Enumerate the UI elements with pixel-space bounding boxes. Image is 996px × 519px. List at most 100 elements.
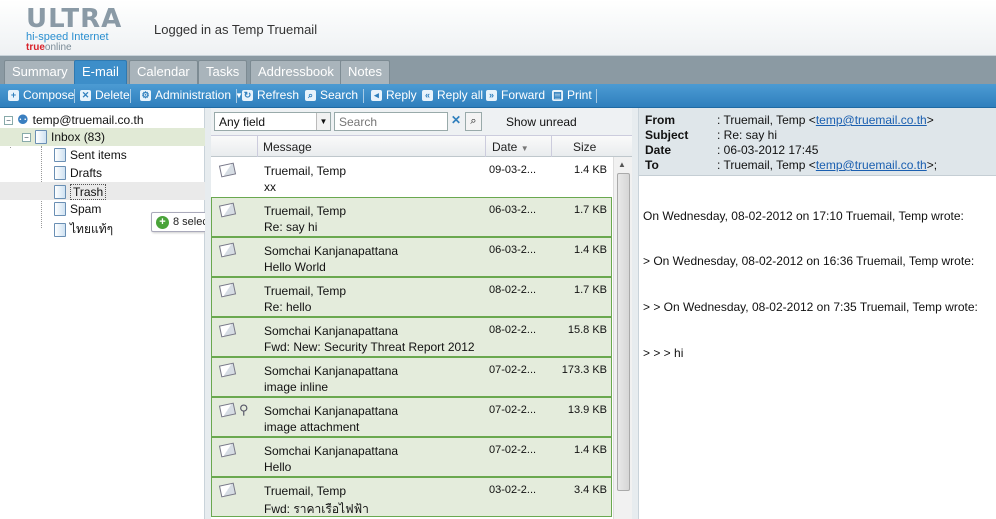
compose-button[interactable]: + Compose xyxy=(8,88,74,102)
print-icon: ▤ xyxy=(552,89,563,101)
message-from: Somchai Kanjanapattana xyxy=(264,444,399,458)
folder-trash[interactable]: Trash xyxy=(54,184,107,200)
reply-button[interactable]: ◂ Reply xyxy=(371,88,417,102)
tab-email[interactable]: E-mail xyxy=(74,60,127,84)
account-icon: ⚉ xyxy=(17,112,29,127)
search-field-select[interactable]: Any field ▼ xyxy=(214,112,331,131)
message-row[interactable]: Somchai Kanjanapattana Hello World 06-03-2… xyxy=(211,237,612,277)
collapse-icon[interactable]: − xyxy=(4,115,13,125)
folder-sent-items[interactable]: Sent items xyxy=(54,148,127,162)
toolbar-divider xyxy=(130,89,131,103)
folder-icon xyxy=(54,185,66,199)
date-label: Date xyxy=(645,143,672,157)
folder-drafts[interactable]: Drafts xyxy=(54,166,102,180)
refresh-button[interactable]: ↻ Refresh xyxy=(242,88,299,102)
tab-tasks[interactable]: Tasks xyxy=(198,60,248,84)
folder-thai[interactable]: ไทยแท้ๆ xyxy=(54,220,113,239)
message-row[interactable]: Truemail, Temp Re: hello 08-02-2... 1.7 KB xyxy=(211,277,612,317)
message-size: 1.4 KB xyxy=(573,244,607,256)
message-row[interactable]: Truemail, Temp Fwd: ราคาเรือไฟฟ้า 03-02-2.… xyxy=(211,477,612,517)
search-input[interactable] xyxy=(334,112,448,131)
envelope-icon xyxy=(218,282,237,298)
message-date: 08-02-2... xyxy=(489,284,537,296)
search-go-button[interactable]: ⌕ xyxy=(465,112,482,131)
tab-addressbook[interactable]: Addressbook xyxy=(250,60,342,84)
column-divider xyxy=(257,136,258,157)
delete-icon: ✕ xyxy=(80,89,91,101)
logo-text: ULTRA xyxy=(26,4,123,34)
forward-button[interactable]: » Forward xyxy=(486,88,545,102)
to-label: To xyxy=(645,158,659,172)
reply-all-button[interactable]: « Reply all xyxy=(422,88,483,102)
envelope-icon xyxy=(218,442,237,458)
message-date: 06-03-2... xyxy=(489,244,537,256)
column-message[interactable]: Message xyxy=(263,140,312,154)
body-line: On Wednesday, 08-02-2012 on 17:10 Truema… xyxy=(643,208,964,223)
envelope-icon xyxy=(218,402,237,418)
message-size: 13.9 KB xyxy=(567,404,607,416)
message-from: Truemail, Temp xyxy=(264,164,347,178)
message-size: 1.7 KB xyxy=(573,284,607,296)
scrollbar-thumb[interactable] xyxy=(617,173,630,491)
message-date: 09-03-2... xyxy=(489,164,537,176)
message-date: 08-02-2... xyxy=(489,324,537,336)
from-name: : Truemail, Temp < xyxy=(717,113,816,127)
message-list-scrollbar[interactable]: ▲ xyxy=(613,157,632,519)
message-subject: Fwd: New: Security Threat Report 2012 xyxy=(264,340,475,354)
from-email-link[interactable]: temp@truemail.co.th xyxy=(816,113,927,127)
column-header: Message Date ▼ Size xyxy=(211,136,632,157)
message-from: Truemail, Temp xyxy=(264,484,347,498)
body-line: > > > hi xyxy=(643,346,684,361)
print-button[interactable]: ▤ Print xyxy=(552,88,592,102)
message-row[interactable]: Somchai Kanjanapattana Hello 07-02-2... 1.4… xyxy=(211,437,612,477)
account-node[interactable]: − ⚉ temp@truemail.co.th xyxy=(4,112,144,128)
collapse-icon[interactable]: − xyxy=(22,132,31,142)
to-value: : Truemail, Temp <temp@truemail.co.th>; xyxy=(717,158,937,172)
tab-calendar[interactable]: Calendar xyxy=(129,60,198,84)
to-email-link[interactable]: temp@truemail.co.th xyxy=(816,158,927,172)
message-from: Somchai Kanjanapattana xyxy=(264,404,399,418)
delete-button[interactable]: ✕ Delete xyxy=(80,88,130,102)
envelope-icon xyxy=(218,362,237,378)
message-from: Somchai Kanjanapattana xyxy=(264,324,399,338)
mail-toolbar: + Compose ✕ Delete ⚙ Administration ▼ ↻ Refre… xyxy=(0,84,996,108)
folder-inbox[interactable]: − Inbox (83) xyxy=(22,130,105,144)
folder-icon xyxy=(54,166,66,180)
column-divider xyxy=(551,136,552,157)
reply-label: Reply xyxy=(386,88,417,102)
body-line: > On Wednesday, 08-02-2012 on 16:36 True… xyxy=(643,254,975,269)
message-from: Somchai Kanjanapattana xyxy=(264,244,399,258)
message-row[interactable]: Truemail, Temp Re: say hi 06-03-2... 1.7 KB xyxy=(211,197,612,237)
folder-tree: − ⚉ temp@truemail.co.th xyxy=(0,108,205,519)
message-row[interactable]: Somchai Kanjanapattana image inline 07-02-… xyxy=(211,357,612,397)
toolbar-divider xyxy=(363,89,364,103)
from-end: > xyxy=(926,113,934,127)
reply-icon: ◂ xyxy=(371,89,382,101)
administration-label: Administration xyxy=(155,88,232,102)
forward-icon: » xyxy=(486,89,497,101)
column-size[interactable]: Size xyxy=(573,140,596,154)
message-date: 06-03-2... xyxy=(489,204,537,216)
subject-value: : Re: say hi xyxy=(717,128,778,142)
tab-summary[interactable]: Summary xyxy=(4,60,76,84)
plus-icon: + xyxy=(8,89,19,101)
folder-spam[interactable]: Spam xyxy=(54,202,101,216)
refresh-label: Refresh xyxy=(257,88,300,102)
message-row[interactable]: Somchai Kanjanapattana Fwd: New: Security… xyxy=(211,317,612,357)
envelope-icon xyxy=(218,202,237,218)
preview-pane: From : Truemail, Temp <temp@truemail.co.… xyxy=(638,108,996,519)
clear-search-icon[interactable]: ✕ xyxy=(449,113,463,130)
search-button[interactable]: ⌕ Search xyxy=(305,88,358,102)
folder-label: Inbox (83) xyxy=(51,130,106,144)
message-row[interactable]: Truemail, Temp xx 09-03-2... 1.4 KB xyxy=(211,157,612,197)
message-row[interactable]: ⚲ Somchai Kanjanapattana image attachment 0… xyxy=(211,397,612,437)
column-date[interactable]: Date ▼ xyxy=(492,140,529,154)
administration-button[interactable]: ⚙ Administration ▼ xyxy=(140,88,243,102)
scroll-up-icon[interactable]: ▲ xyxy=(618,160,626,169)
ultra-logo: ULTRA hi-speed Internet trueonline xyxy=(26,4,126,53)
message-size: 1.4 KB xyxy=(573,164,607,176)
show-unread-toggle[interactable]: Show unread xyxy=(506,115,577,129)
tab-notes[interactable]: Notes xyxy=(340,60,390,84)
logo-brand: trueonline xyxy=(26,43,126,53)
search-icon: ⌕ xyxy=(305,89,316,101)
